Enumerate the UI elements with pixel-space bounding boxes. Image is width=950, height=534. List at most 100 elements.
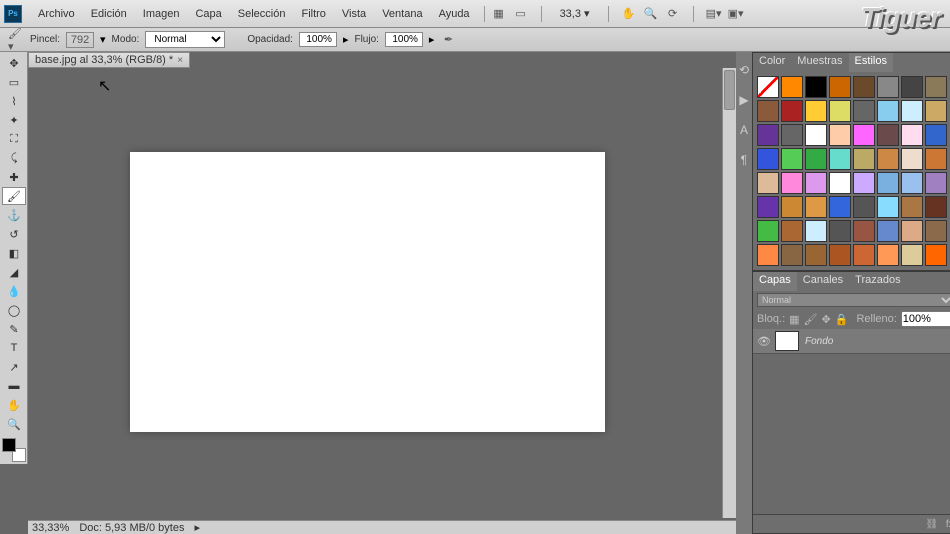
style-swatch[interactable]: [757, 100, 779, 122]
tab-color[interactable]: Color: [753, 53, 791, 72]
close-tab-icon[interactable]: ×: [177, 55, 183, 66]
menu-seleccion[interactable]: Selección: [230, 4, 294, 24]
style-swatch[interactable]: [853, 124, 875, 146]
airbrush-icon[interactable]: ✒: [440, 32, 456, 48]
style-swatch[interactable]: [757, 244, 779, 266]
style-swatch[interactable]: [805, 196, 827, 218]
style-swatch[interactable]: [853, 100, 875, 122]
marquee-tool[interactable]: ▭: [2, 73, 26, 91]
style-swatch[interactable]: [877, 172, 899, 194]
style-swatch[interactable]: [877, 244, 899, 266]
style-swatch[interactable]: [805, 100, 827, 122]
lock-position-icon[interactable]: ✥: [822, 313, 831, 326]
menu-ventana[interactable]: Ventana: [374, 4, 430, 24]
style-swatch[interactable]: [925, 148, 947, 170]
style-swatch[interactable]: [829, 148, 851, 170]
menu-vista[interactable]: Vista: [334, 4, 374, 24]
layer-style-icon[interactable]: fx: [943, 517, 950, 531]
shape-tool[interactable]: ▬: [2, 377, 26, 395]
style-swatch[interactable]: [781, 172, 803, 194]
hand-icon[interactable]: ✋: [621, 6, 637, 22]
style-swatch[interactable]: [805, 220, 827, 242]
style-swatch[interactable]: [781, 76, 803, 98]
link-layers-icon[interactable]: ⛓: [925, 517, 939, 531]
brush-preview-icon[interactable]: 792: [66, 32, 94, 48]
tab-estilos[interactable]: Estilos: [849, 53, 893, 72]
history-panel-icon[interactable]: ⟲: [736, 62, 752, 78]
status-flyout-icon[interactable]: ▸: [194, 521, 200, 534]
style-swatch[interactable]: [805, 124, 827, 146]
style-swatch[interactable]: [805, 172, 827, 194]
style-swatch[interactable]: [853, 220, 875, 242]
status-zoom[interactable]: 33,33%: [32, 522, 69, 534]
style-swatch[interactable]: [757, 220, 779, 242]
style-swatch[interactable]: [829, 196, 851, 218]
style-swatch[interactable]: [877, 148, 899, 170]
style-swatch[interactable]: [757, 196, 779, 218]
style-swatch[interactable]: [853, 148, 875, 170]
lock-transparency-icon[interactable]: ▦: [789, 313, 799, 326]
style-swatch[interactable]: [805, 148, 827, 170]
style-swatch[interactable]: [853, 76, 875, 98]
layer-thumbnail[interactable]: [775, 331, 799, 351]
flow-input[interactable]: [385, 32, 423, 47]
menu-edicion[interactable]: Edición: [83, 4, 135, 24]
lasso-tool[interactable]: ⌇: [2, 92, 26, 110]
tool-preset-icon[interactable]: 🖌▾: [8, 32, 24, 48]
style-swatch[interactable]: [781, 124, 803, 146]
style-swatch[interactable]: [781, 244, 803, 266]
vertical-scrollbar[interactable]: [722, 68, 736, 518]
style-swatch[interactable]: [829, 244, 851, 266]
layer-name-label[interactable]: Fondo: [805, 336, 950, 347]
canvas-viewport[interactable]: [28, 72, 722, 526]
style-swatch[interactable]: [901, 124, 923, 146]
scrollbar-thumb[interactable]: [724, 70, 735, 110]
status-doc-size[interactable]: Doc: 5,93 MB/0 bytes: [79, 522, 184, 534]
opacity-input[interactable]: [299, 32, 337, 47]
style-swatch[interactable]: [925, 220, 947, 242]
style-swatch[interactable]: [901, 244, 923, 266]
tab-muestras[interactable]: Muestras: [791, 53, 848, 72]
style-swatch[interactable]: [781, 100, 803, 122]
tab-capas[interactable]: Capas: [753, 272, 797, 291]
document-tab[interactable]: base.jpg al 33,3% (RGB/8) * ×: [28, 52, 190, 68]
style-swatch[interactable]: [925, 196, 947, 218]
dodge-tool[interactable]: ◯: [2, 301, 26, 319]
gradient-tool[interactable]: ◢: [2, 263, 26, 281]
blend-mode-select[interactable]: Normal: [145, 31, 225, 48]
visibility-icon[interactable]: 👁: [757, 334, 771, 348]
lock-pixels-icon[interactable]: 🖌: [804, 313, 818, 326]
style-swatch[interactable]: [925, 76, 947, 98]
style-swatch[interactable]: [901, 196, 923, 218]
app-logo[interactable]: Ps: [4, 5, 22, 23]
character-panel-icon[interactable]: A: [736, 122, 752, 138]
actions-panel-icon[interactable]: ▶: [736, 92, 752, 108]
wand-tool[interactable]: ✦: [2, 111, 26, 129]
zoom-level[interactable]: 33,3 ▾: [554, 5, 596, 22]
foreground-color-swatch[interactable]: [2, 438, 16, 452]
bridge-icon[interactable]: ▦: [491, 6, 507, 22]
style-swatch[interactable]: [757, 172, 779, 194]
type-tool[interactable]: T: [2, 339, 26, 357]
color-swatches[interactable]: [2, 438, 26, 462]
blur-tool[interactable]: 💧: [2, 282, 26, 300]
style-swatch[interactable]: [901, 76, 923, 98]
style-swatch[interactable]: [781, 220, 803, 242]
style-swatch[interactable]: [829, 220, 851, 242]
hand-tool[interactable]: ✋: [2, 396, 26, 414]
paragraph-panel-icon[interactable]: ¶: [736, 152, 752, 168]
style-swatch[interactable]: [829, 76, 851, 98]
zoom-tool[interactable]: 🔍: [2, 415, 26, 433]
lock-all-icon[interactable]: 🔒: [835, 313, 849, 326]
style-swatch[interactable]: [757, 148, 779, 170]
pen-tool[interactable]: ✎: [2, 320, 26, 338]
screen-mode-icon[interactable]: ▣▾: [728, 6, 744, 22]
view-extras-icon[interactable]: ▭: [513, 6, 529, 22]
style-swatch[interactable]: [805, 244, 827, 266]
opacity-flyout-icon[interactable]: ▸: [343, 33, 349, 46]
eyedropper-tool[interactable]: ⤹: [2, 149, 26, 167]
style-swatch[interactable]: [829, 124, 851, 146]
flow-flyout-icon[interactable]: ▸: [429, 33, 435, 46]
menu-archivo[interactable]: Archivo: [30, 4, 83, 24]
canvas[interactable]: [130, 152, 605, 432]
